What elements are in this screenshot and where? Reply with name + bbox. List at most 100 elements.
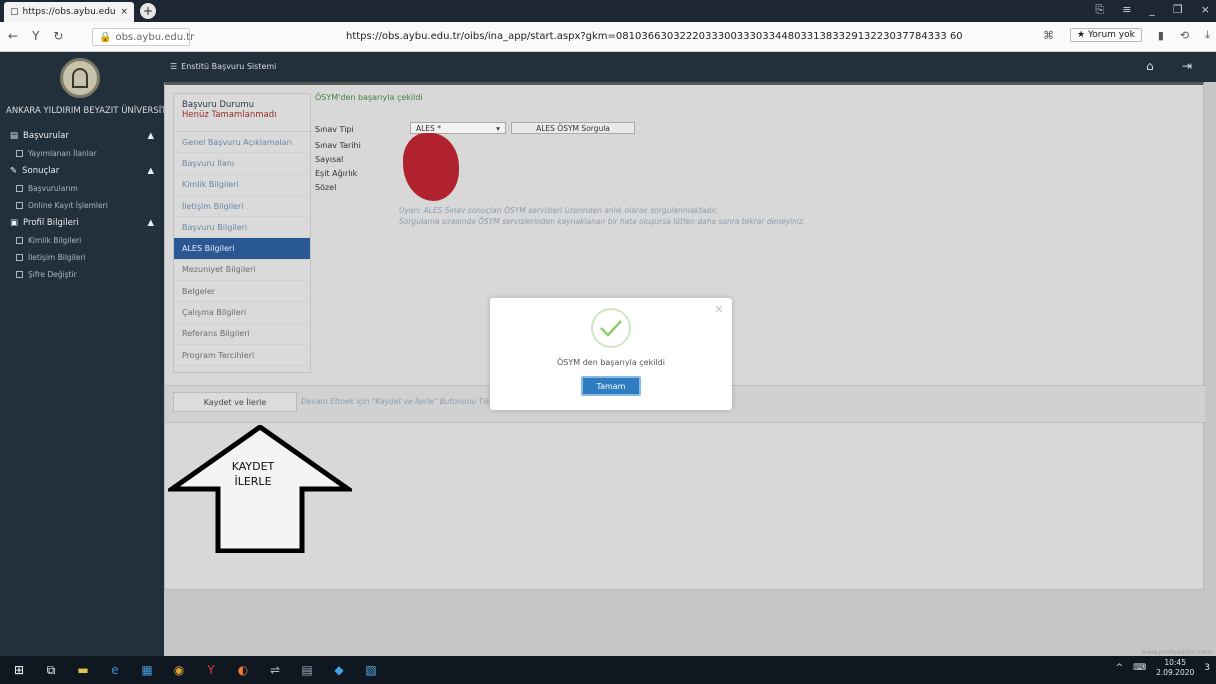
redaction-scribble [403, 133, 459, 201]
ales-query-button[interactable]: ALES ÖSYM Sorgula [511, 122, 635, 134]
media-icon[interactable]: ⇌ [266, 661, 284, 679]
download-icon[interactable]: ⤓ [1205, 28, 1210, 42]
windows-taskbar: ⊞ ⧉ ▬ e ▦ ◉ Y ◐ ⇌ ▤ ◆ ▧ ^ ⌨ 10:45 2.09.2… [0, 656, 1216, 684]
menu-item-label: Kimlik Bilgileri [28, 236, 82, 245]
clock[interactable]: 10:45 2.09.2020 [1156, 658, 1194, 678]
home-icon[interactable]: ⌂ [1146, 59, 1154, 73]
chevron-up-icon: ▲ [147, 218, 154, 228]
task-view-icon[interactable]: ⧉ [42, 661, 60, 679]
translate-icon[interactable]: ⌘ [1043, 29, 1054, 42]
address-bar-actions: ⌘ ★ Yorum yok ▮ ⟲ ⤓ [1043, 28, 1210, 42]
arrow-annotation: KAYDET İLERLE [223, 459, 283, 489]
browser-tab[interactable]: ▢ https://obs.aybu.edu.tr × [4, 2, 134, 22]
menu-icon[interactable]: ≡ [1122, 3, 1131, 17]
university-logo [60, 58, 100, 98]
tab-referans[interactable]: Referans Bilgileri [174, 324, 310, 345]
menu-group-basvurular[interactable]: ▤ Başvurular ▲ [0, 127, 164, 145]
url-input[interactable]: 🔒 obs.aybu.edu.tr [92, 28, 194, 46]
tab-ilan[interactable]: Başvuru İlanı [174, 153, 310, 175]
chevron-up-icon: ▲ [147, 131, 154, 141]
tab-program[interactable]: Program Tercihleri [174, 345, 310, 367]
menu-item-label: Şifre Değiştir [28, 270, 77, 279]
calculator-icon[interactable]: ▤ [298, 661, 316, 679]
history-icon[interactable]: ⟲ [1180, 29, 1189, 42]
address-bar: ← Y ↻ 🔒 obs.aybu.edu.tr https://obs.aybu… [0, 22, 1216, 52]
hamburger-icon[interactable]: ☰ [170, 62, 177, 71]
start-icon[interactable]: ⊞ [10, 661, 28, 679]
chevron-down-icon: ▾ [496, 123, 500, 133]
tab-genel[interactable]: Genel Başvuru Açıklamaları [174, 132, 310, 154]
tab-kimlik[interactable]: Kimlik Bilgileri [174, 175, 310, 196]
menu-item-sifre[interactable]: Şifre Değiştir [0, 266, 164, 283]
reload-icon[interactable]: ↻ [53, 29, 63, 43]
page-icon: ▢ [10, 7, 19, 17]
share-icon[interactable]: ⎘ [1095, 3, 1104, 17]
comment-button[interactable]: ★ Yorum yok [1070, 28, 1142, 42]
menu-item-kimlik[interactable]: Kimlik Bilgileri [0, 232, 164, 249]
chevron-up-icon[interactable]: ^ [1116, 663, 1124, 673]
field-label-sinav-tarihi: Sınav Tarihi [315, 141, 361, 150]
tab-calisma[interactable]: Çalışma Bilgileri [174, 302, 310, 324]
header-title-area: ☰ Enstitü Başvuru Sistemi [170, 62, 276, 71]
menu-group-label: Başvurular [23, 131, 69, 141]
file-explorer-icon[interactable]: ▬ [74, 661, 92, 679]
id-card-icon: ▣ [10, 218, 19, 228]
network-icon[interactable]: ⌨ [1133, 663, 1146, 673]
save-and-continue-button[interactable]: Kaydet ve İlerle [173, 392, 297, 412]
field-label-sinav-tipi: Sınav Tipi [315, 125, 354, 134]
back-icon[interactable]: ← [8, 29, 18, 43]
tab-mezuniyet[interactable]: Mezuniyet Bilgileri [174, 260, 310, 282]
app-icon[interactable]: ◆ [330, 661, 348, 679]
taskbar-apps: ⊞ ⧉ ▬ e ▦ ◉ Y ◐ ⇌ ▤ ◆ ▧ [10, 661, 380, 679]
field-label-sayisal: Sayısal [315, 155, 344, 164]
close-icon[interactable]: × [120, 7, 128, 17]
bookmark-icon[interactable]: ▮ [1158, 29, 1164, 42]
minimize-button[interactable]: _ [1149, 3, 1155, 17]
menu-item-iletisim[interactable]: İletişim Bilgileri [0, 249, 164, 266]
menu-group-profil[interactable]: ▣ Profil Bilgileri ▲ [0, 214, 164, 232]
menu-item-label: İletişim Bilgileri [28, 253, 86, 262]
arrow-up-icon [168, 425, 352, 553]
close-window-button[interactable]: × [1201, 3, 1210, 17]
menu-item-yayimlanan-ilanlar[interactable]: Yayımlanan İlanlar [0, 145, 164, 162]
warning-line-1: Uyarı: ALES Sınav sonuçları ÖSYM servisl… [399, 206, 719, 215]
close-icon[interactable]: × [714, 302, 724, 316]
square-icon [16, 185, 23, 192]
menu-group-sonuclar[interactable]: ✎ Sonuçlar ▲ [0, 162, 164, 180]
date: 2.09.2020 [1156, 668, 1195, 677]
footer-credit: www.proliyazilim.com [1141, 648, 1212, 656]
tab-ales[interactable]: ALES Bilgileri [174, 238, 310, 260]
menu-item-basvurularim[interactable]: Başvurularım [0, 180, 164, 197]
menu-item-online-kayit[interactable]: Online Kayıt İşlemleri [0, 197, 164, 214]
save-hint: Devam Etmek için "Kaydet ve İlerle" Buto… [301, 397, 514, 406]
ales-form: ÖSYM'den başarıyla çekildi Sınav Tipi Sı… [315, 93, 1015, 233]
list-icon: ▤ [10, 131, 19, 141]
dialog-message: ÖSYM den başarıyla çekildi [557, 358, 665, 367]
yandex-icon[interactable]: Y [32, 29, 39, 43]
notification-badge[interactable]: 3 [1204, 663, 1210, 673]
menu-item-label: Başvurularım [28, 184, 78, 193]
lock-icon: 🔒 [99, 31, 112, 43]
menu-group-label: Sonuçlar [22, 166, 60, 176]
tab-belgeler[interactable]: Belgeler [174, 281, 310, 303]
menu-group-label: Profil Bilgileri [23, 218, 79, 228]
menu-item-label: Yayımlanan İlanlar [28, 149, 97, 158]
tab-iletisim[interactable]: İletişim Bilgileri [174, 196, 310, 218]
application-tabs: Başvuru Durumu Henüz Tamamlanmadı Genel … [173, 93, 311, 373]
firefox-icon[interactable]: ◐ [234, 661, 252, 679]
logout-icon[interactable]: ⇥ [1182, 59, 1192, 73]
url-domain: obs.aybu.edu.tr [115, 31, 195, 43]
new-tab-button[interactable]: + [140, 3, 156, 19]
store-icon[interactable]: ▦ [138, 661, 156, 679]
ok-button[interactable]: Tamam [581, 376, 641, 396]
warning-text: Uyarı: ALES Sınav sonuçları ÖSYM servisl… [399, 205, 805, 227]
photos-icon[interactable]: ▧ [362, 661, 380, 679]
yandex-browser-icon[interactable]: Y [202, 661, 220, 679]
chrome-icon[interactable]: ◉ [170, 661, 188, 679]
restore-button[interactable]: ❐ [1173, 3, 1183, 17]
tab-basvuru-bilgileri[interactable]: Başvuru Bilgileri [174, 217, 310, 239]
edge-icon[interactable]: e [106, 661, 124, 679]
square-icon [16, 202, 23, 209]
menu-item-label: Online Kayıt İşlemleri [28, 201, 108, 210]
page-title: Enstitü Başvuru Sistemi [181, 62, 277, 71]
